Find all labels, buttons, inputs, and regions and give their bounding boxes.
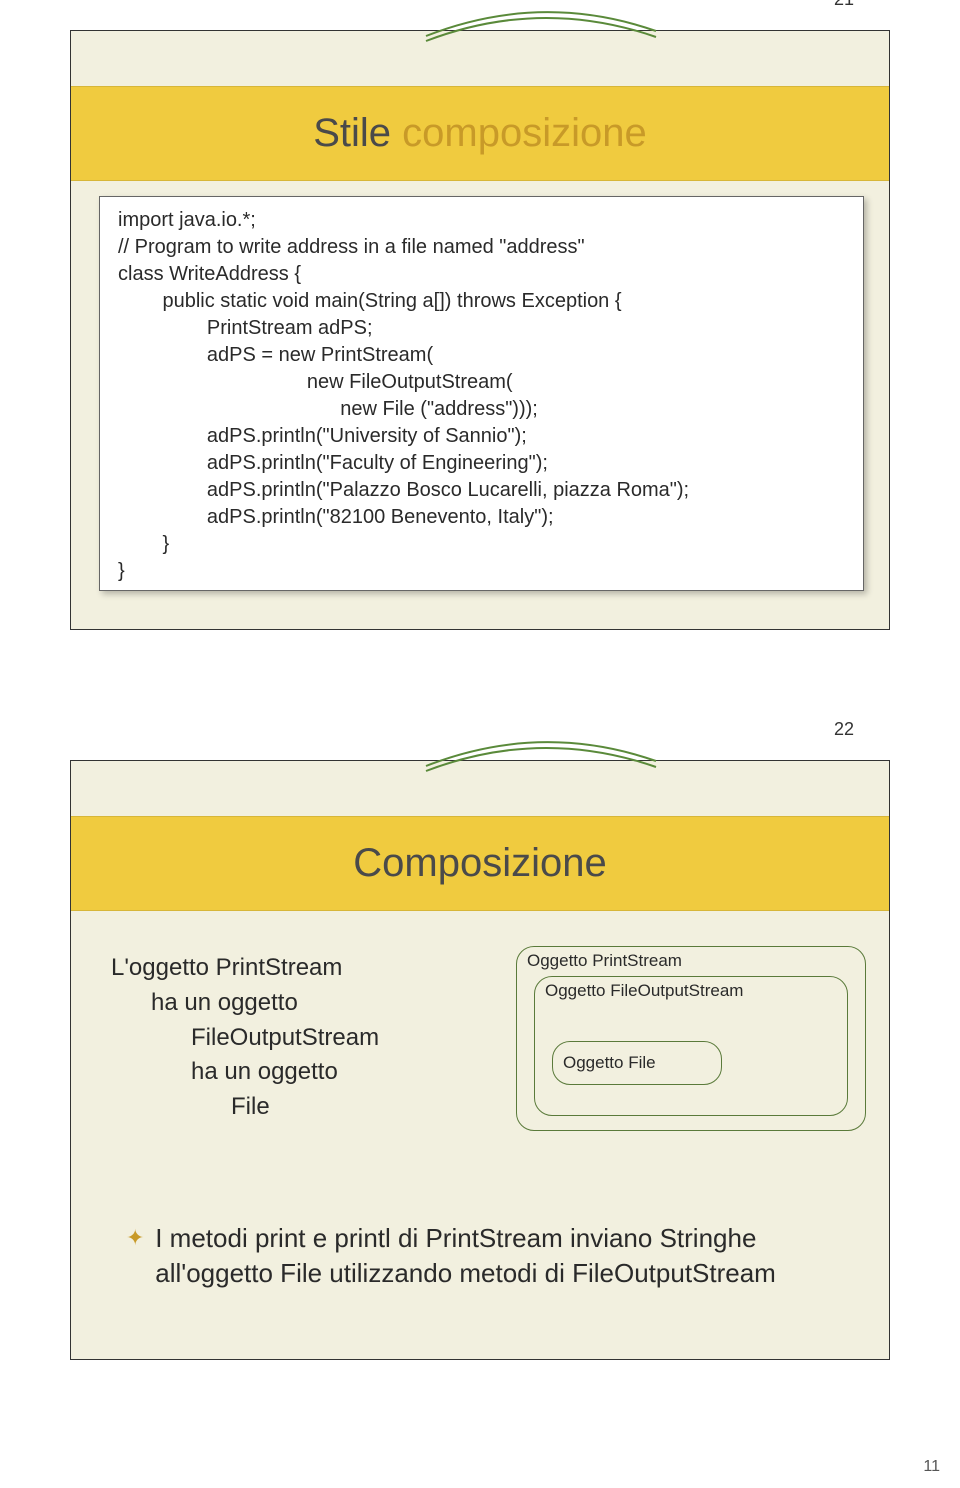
code-block: import java.io.*; // Program to write ad… — [99, 196, 864, 591]
title-text-prefix: Stile — [313, 111, 402, 155]
diagram-label: Oggetto PrintStream — [527, 951, 682, 970]
composition-diagram: Oggetto PrintStream Oggetto FileOutputSt… — [516, 946, 866, 1131]
bottom-text: I metodi print e printl di PrintStream i… — [155, 1221, 845, 1291]
diagram-box-inner: Oggetto File — [552, 1041, 722, 1085]
page-number: 22 — [834, 719, 854, 740]
swoosh-decoration — [421, 731, 661, 781]
slide-title: Composizione — [353, 841, 606, 886]
diagram-label: Oggetto FileOutputStream — [545, 981, 743, 1000]
title-text-highlight: composizione — [402, 111, 647, 155]
footer-page-number: 11 — [923, 1458, 940, 1476]
star-bullet-icon: ✦ — [126, 1223, 148, 1253]
slide-1: 21 Stile composizione import java.io.*; … — [70, 30, 890, 630]
diagram-label: Oggetto File — [563, 1053, 656, 1073]
page-number: 21 — [834, 0, 854, 10]
bottom-paragraph: ✦ I metodi print e printl di PrintStream… — [126, 1221, 846, 1291]
slide-2: 22 Composizione L'oggetto PrintStream ha… — [70, 760, 890, 1360]
title-band: Stile composizione — [71, 86, 889, 181]
title-band: Composizione — [71, 816, 889, 911]
slide-title: Stile composizione — [313, 111, 647, 156]
swoosh-decoration — [421, 1, 661, 51]
